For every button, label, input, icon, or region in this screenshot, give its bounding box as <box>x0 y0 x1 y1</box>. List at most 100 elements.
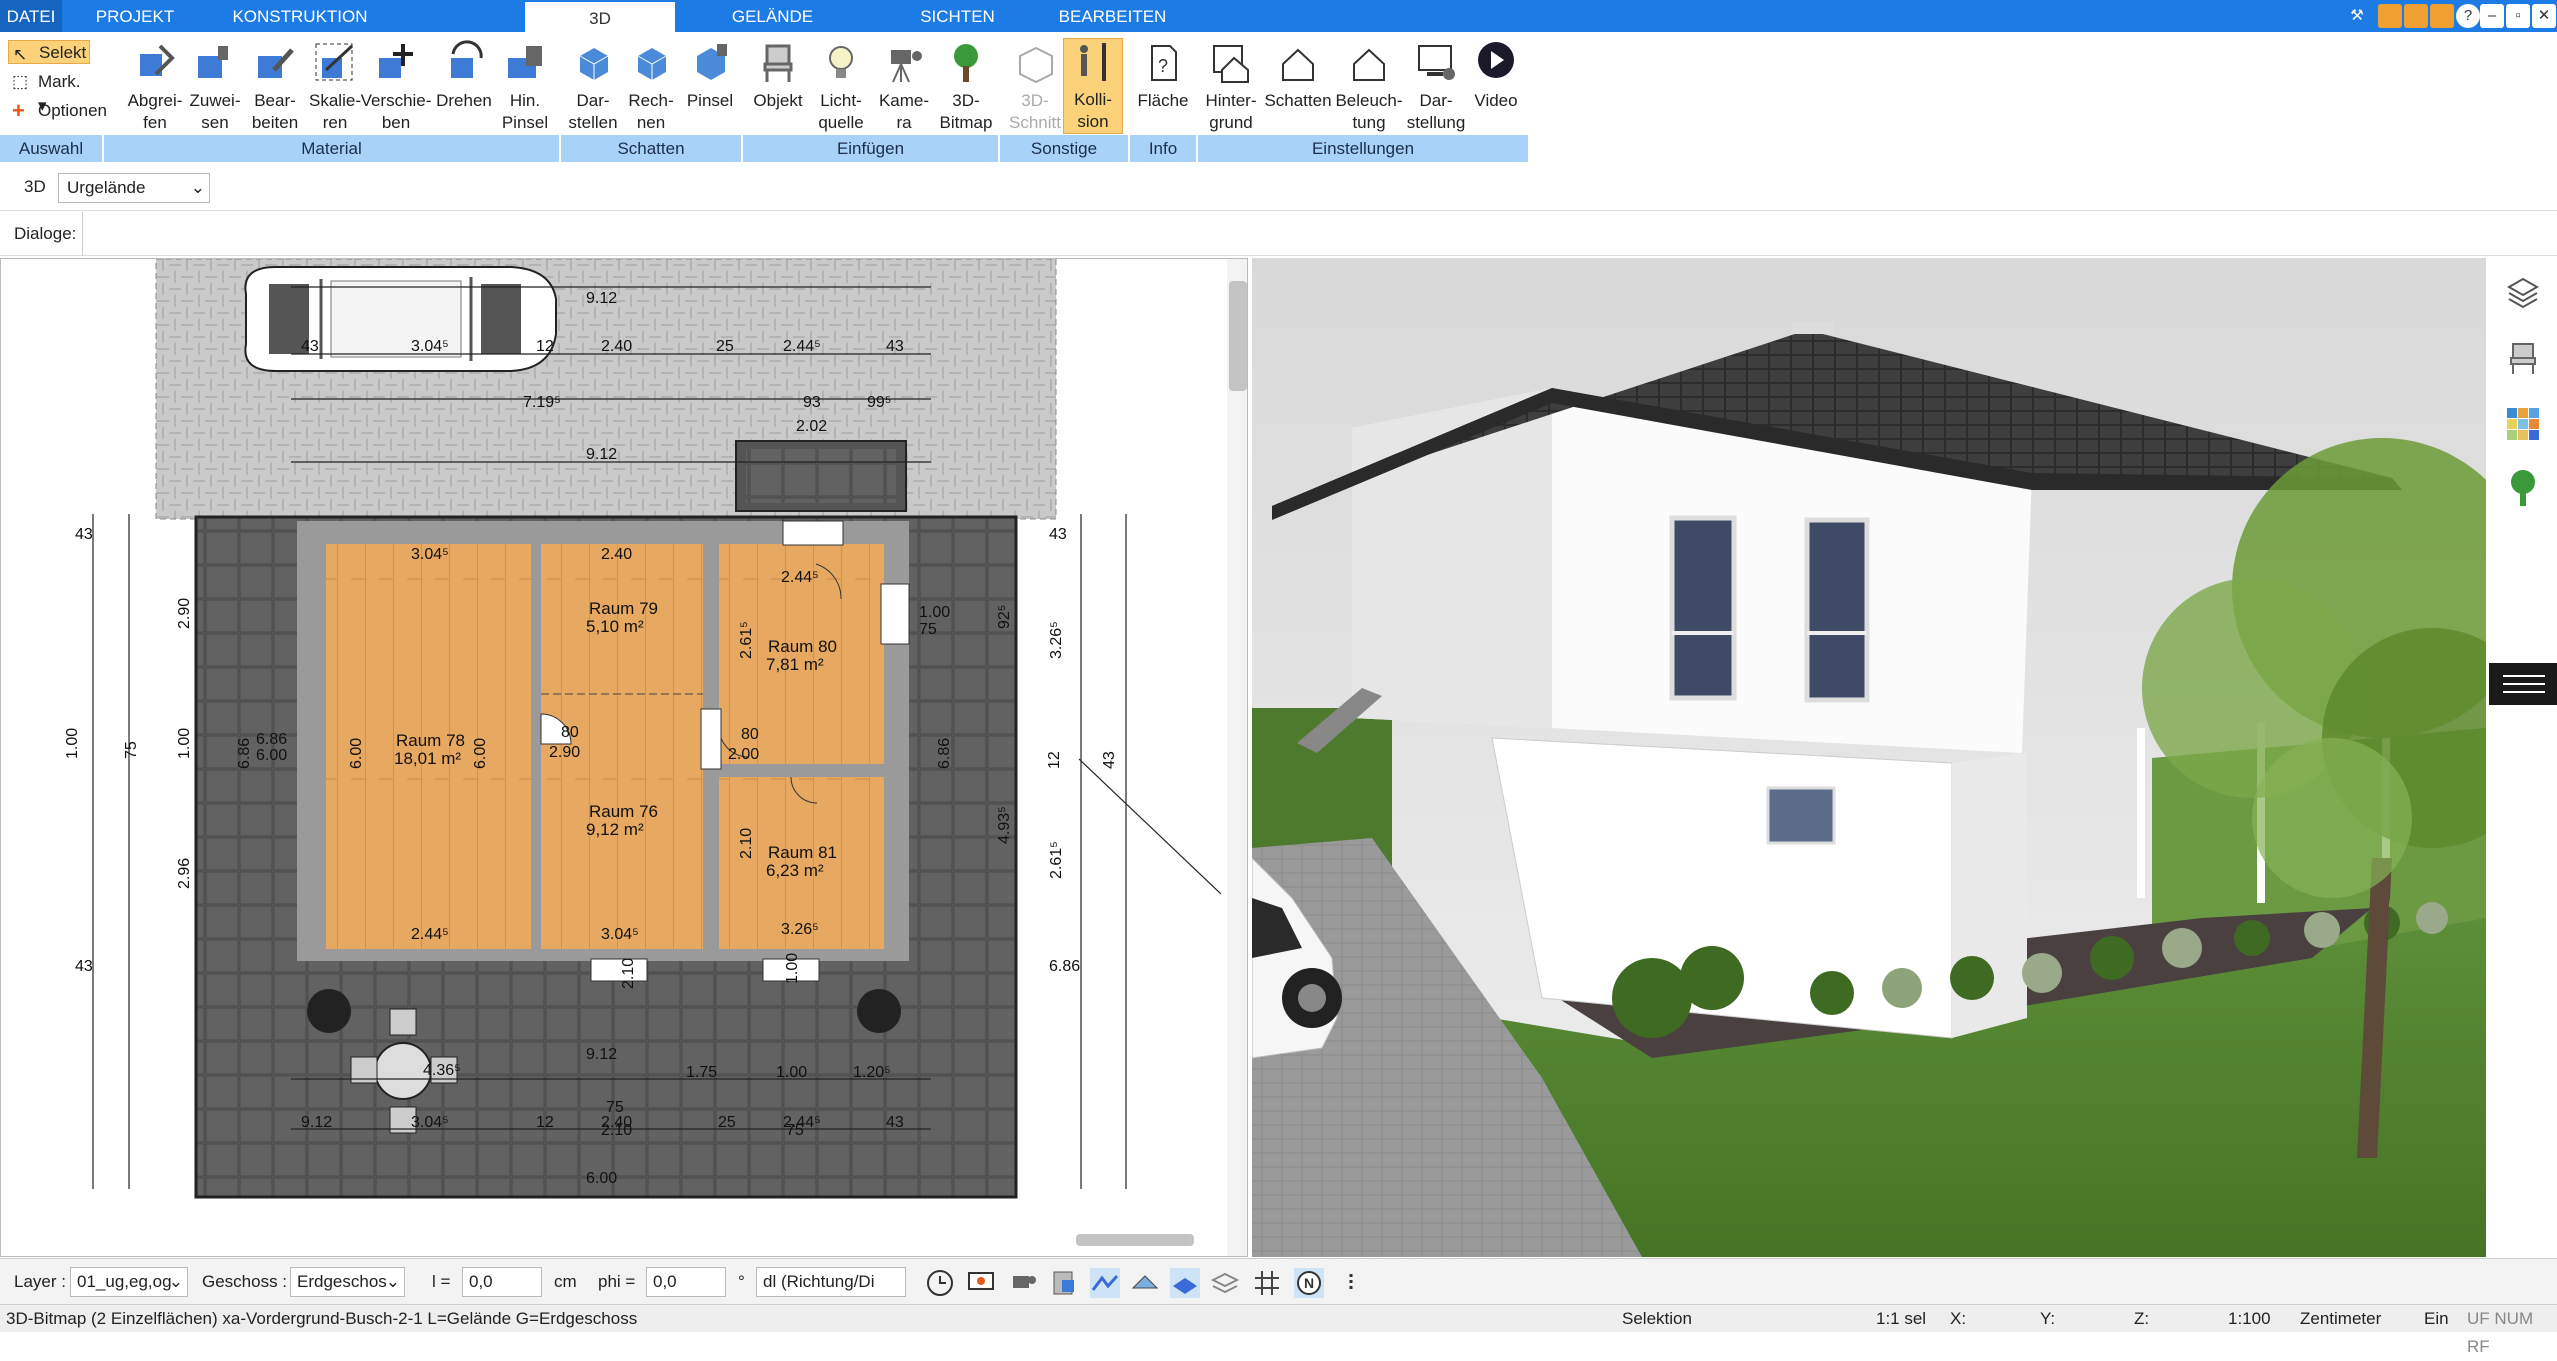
svg-text:2.61⁵: 2.61⁵ <box>1048 841 1065 879</box>
restore-icon[interactable]: ▫ <box>2506 4 2530 28</box>
shrub-symbol-2 <box>857 989 901 1033</box>
room-name: Raum 76 <box>589 802 658 821</box>
schatten-rechnen-button[interactable]: Rech- nen <box>618 40 684 134</box>
svg-text:25: 25 <box>718 1114 736 1131</box>
lichtquelle-button[interactable]: Licht- quelle <box>808 40 874 134</box>
grid-icon[interactable] <box>1252 1268 1282 1298</box>
monitor-settings-icon <box>1418 45 1455 80</box>
tab-sichten[interactable]: SICHTEN <box>890 0 1025 32</box>
plan-hscrollbar[interactable] <box>1076 1234 1194 1246</box>
tab-3d[interactable]: 3D <box>525 0 675 32</box>
svg-text:1.00: 1.00 <box>776 1064 807 1081</box>
terrain-tool-icon[interactable] <box>1090 1268 1120 1298</box>
layer-select[interactable]: 01_ug,eg,og ⌄ <box>70 1267 188 1297</box>
chevron-down-icon: ⌄ <box>385 1272 400 1291</box>
phi-unit: ° <box>738 1272 745 1291</box>
length-input[interactable]: 0,0 <box>462 1267 542 1297</box>
tab-bearbeiten[interactable]: BEARBEITEN <box>1040 0 1185 32</box>
svg-text:9.12: 9.12 <box>586 1046 617 1063</box>
terrain-select[interactable]: Urgelände ⌄ <box>58 173 210 203</box>
minimize-icon[interactable]: – <box>2480 4 2504 28</box>
camera-tool-icon[interactable] <box>1008 1268 1038 1298</box>
status-y: Y: <box>2040 1309 2056 1328</box>
svg-text:12: 12 <box>536 1114 554 1131</box>
bitmap3d-label: 3D- Bitmap <box>939 91 993 132</box>
layers-icon[interactable] <box>2505 273 2541 309</box>
svg-text:6.86: 6.86 <box>936 738 953 769</box>
help-icon[interactable]: ? <box>2456 4 2480 28</box>
panel-toggle[interactable] <box>2489 663 2557 705</box>
schatten-pinsel-button[interactable]: Pinsel <box>680 40 740 112</box>
schnitt3d-button[interactable]: 3D- Schnitt <box>1004 40 1066 134</box>
save-icon[interactable] <box>2378 4 2402 28</box>
lichtquelle-label: Licht- quelle <box>818 91 864 132</box>
svg-text:43: 43 <box>75 958 93 975</box>
svg-text:2.10: 2.10 <box>620 958 637 989</box>
screen-icon[interactable] <box>966 1268 996 1298</box>
angle-input[interactable]: 0,0 <box>646 1267 726 1297</box>
hintergrund-button[interactable]: Hinter- grund <box>1200 40 1262 134</box>
bitmap3d-button[interactable]: 3D- Bitmap <box>934 40 998 134</box>
tab-konstruktion[interactable]: KONSTRUKTION <box>195 0 405 32</box>
camera-icon <box>891 50 922 83</box>
group-auswahl: Auswahl <box>0 135 102 162</box>
svg-text:N: N <box>1304 1275 1314 1291</box>
tools-icon[interactable]: ⚒ <box>2345 4 2369 28</box>
abgreifen-label: Abgrei- fen <box>127 91 183 132</box>
scale-icon <box>315 43 354 81</box>
close-icon[interactable]: ✕ <box>2532 4 2556 28</box>
layer-value: 01_ug,eg,og <box>77 1272 172 1291</box>
select-button[interactable]: ↖ Selekt <box>8 40 90 64</box>
schatten-darstellen-button[interactable]: Dar- stellen <box>560 40 626 134</box>
print-icon[interactable] <box>2430 4 2454 28</box>
tab-gelaende[interactable]: GELÄNDE <box>700 0 845 32</box>
group-info: Info <box>1130 135 1196 162</box>
window <box>1669 515 1737 701</box>
dialog-bar: Dialoge: <box>0 212 2557 256</box>
verschieben-button[interactable]: Verschie- ben <box>358 40 434 134</box>
roof-tool-icon[interactable] <box>1130 1268 1160 1298</box>
pipette-icon <box>140 44 175 76</box>
layers-tool-icon[interactable] <box>1210 1268 1240 1298</box>
plan-vscrollbar[interactable] <box>1227 259 1248 1257</box>
svg-text:43: 43 <box>1101 751 1118 769</box>
svg-text:43: 43 <box>886 338 904 355</box>
flaeche-button[interactable]: ? Fläche <box>1130 40 1196 112</box>
plants-icon[interactable] <box>2505 468 2541 508</box>
folder-icon[interactable] <box>2404 4 2428 28</box>
svg-text:6.00: 6.00 <box>256 747 287 764</box>
video-button[interactable]: Video <box>1466 40 1526 112</box>
print-preview-icon[interactable] <box>1048 1268 1078 1298</box>
furniture-icon[interactable] <box>2505 340 2541 376</box>
tab-datei[interactable]: DATEI <box>0 0 62 32</box>
group-einstellungen: Einstellungen <box>1198 135 1528 162</box>
kollision-button[interactable]: Kolli- sion <box>1063 38 1123 134</box>
north-icon[interactable]: N <box>1294 1268 1324 1298</box>
options-button[interactable]: + Optionen <box>8 99 113 123</box>
direction-select[interactable]: dl (Richtung/Di <box>756 1267 906 1297</box>
direction-value: dl (Richtung/Di <box>763 1272 875 1291</box>
hinpinsel-button[interactable]: Hin. Pinsel <box>495 40 555 134</box>
mark-button[interactable]: ⬚ Mark. ▾ <box>8 70 90 115</box>
car-symbol <box>244 266 557 372</box>
darstellung-button[interactable]: Dar- stellung <box>1404 40 1468 134</box>
geschoss-select[interactable]: Erdgeschos ⌄ <box>290 1267 405 1297</box>
materials-icon[interactable] <box>2505 406 2541 442</box>
3d-view[interactable] <box>1252 258 2486 1257</box>
floor-plan-view[interactable]: 9.12 2.40 25 2.44⁵ 43 3.04⁵ 12 43 7.19⁵ … <box>0 258 1248 1257</box>
svg-text:2.02: 2.02 <box>796 418 827 435</box>
room-area: 18,01 m² <box>394 749 461 768</box>
view-mode-label: 3D <box>24 177 46 196</box>
drehen-button[interactable]: Drehen <box>432 40 496 112</box>
kamera-button[interactable]: Kame- ra <box>874 40 934 134</box>
beleuchtung-button[interactable]: Beleuch- tung <box>1334 40 1404 134</box>
room-area: 7,81 m² <box>766 655 824 674</box>
more-icon[interactable] <box>1336 1268 1366 1298</box>
einst-schatten-button[interactable]: Schatten <box>1262 40 1334 112</box>
objekt-button[interactable]: Objekt <box>748 40 808 112</box>
clock-icon[interactable] <box>925 1268 955 1298</box>
floor-tool-icon[interactable] <box>1170 1268 1200 1298</box>
tab-projekt[interactable]: PROJEKT <box>80 0 190 32</box>
hinpinsel-label: Hin. Pinsel <box>501 91 549 132</box>
svg-text:2.96: 2.96 <box>176 858 193 889</box>
